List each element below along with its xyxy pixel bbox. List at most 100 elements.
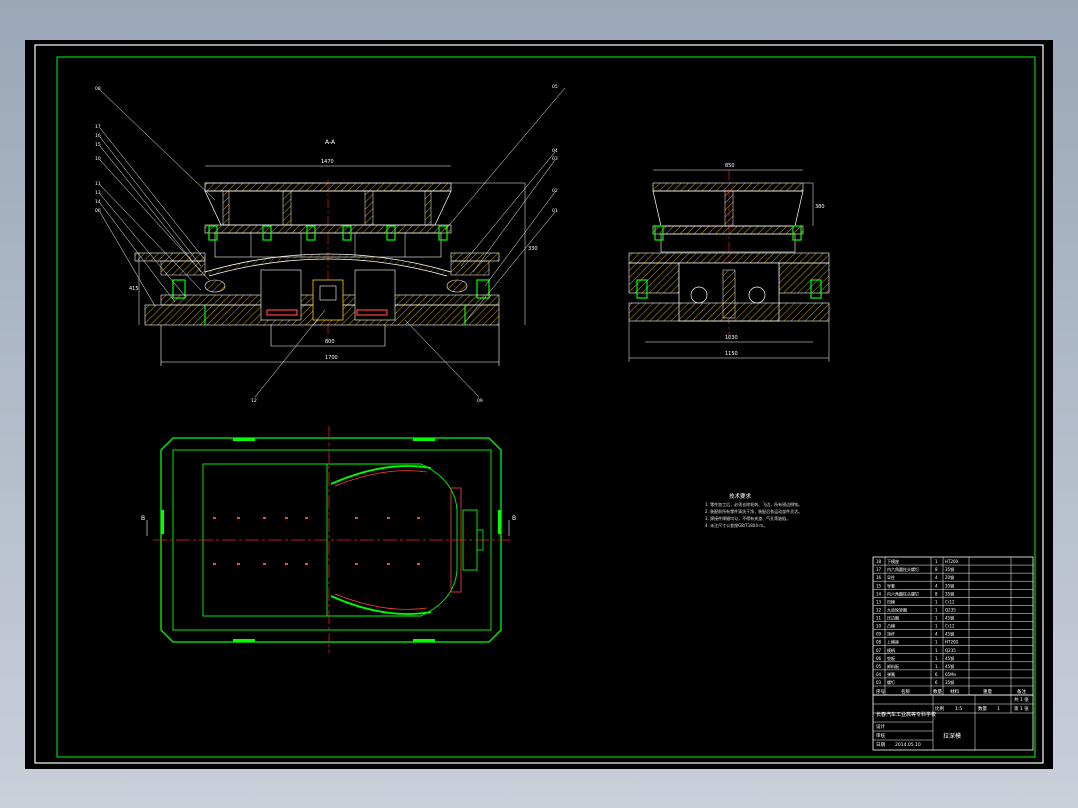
bom-cell-no: 08 xyxy=(876,640,882,645)
tech-req-line-4: 4. 未注尺寸公差按GB/T1804-m。 xyxy=(705,522,767,528)
row-date: 日期 xyxy=(876,742,885,748)
bom-cell-material: HT200 xyxy=(945,559,959,564)
balloon-left-5: 10 xyxy=(95,156,101,162)
bom-cell-material: 45钢 xyxy=(945,615,954,621)
side-dim-height: 380 xyxy=(815,204,825,210)
bom-cell-name: 导柱 xyxy=(887,574,895,580)
bom-header-name: 名称 xyxy=(901,688,910,695)
bom-cell-qty: 1 xyxy=(935,559,938,564)
balloon-left-2: 17 xyxy=(95,124,101,130)
side-dim-inner: 1030 xyxy=(725,335,738,341)
bom-cell-no: 18 xyxy=(876,559,882,564)
bom-cell-qty: 6 xyxy=(935,672,938,677)
dim-bottom-width: 1700 xyxy=(325,355,338,361)
balloon-right-4: 02 xyxy=(552,188,558,194)
bom-cell-qty: 1 xyxy=(935,648,938,653)
bom-cell-name: 卸料板 xyxy=(887,663,899,669)
bom-cell-material: 20钢 xyxy=(945,574,954,580)
bom-cell-name: 压边圈 xyxy=(887,615,899,621)
bom-cell-qty: 6 xyxy=(935,680,938,685)
balloon-left-1: 08 xyxy=(95,86,101,92)
cad-drawing: A-A 1470 1700 800 330 415 08 17 16 15 10… xyxy=(34,44,1044,764)
bom-cell-material: Q235 xyxy=(945,648,956,653)
drawing-title: 拉深模 xyxy=(943,732,961,740)
bom-cell-name: 大齿轮垫圈 xyxy=(887,606,907,612)
bom-cell-name: 下模座 xyxy=(887,558,899,564)
bom-header-note: 备注 xyxy=(1017,688,1026,695)
balloon-right-3: 03 xyxy=(552,156,558,162)
bom-cell-no: 05 xyxy=(876,664,882,669)
bom-cell-name: 凸模 xyxy=(887,623,895,629)
bom-cell-qty: 4 xyxy=(935,632,938,637)
bom-cell-qty: 8 xyxy=(935,591,938,596)
bom-cell-material: Cr12 xyxy=(945,599,955,604)
bom-cell-qty: 1 xyxy=(935,656,938,661)
bom-cell-no: 12 xyxy=(876,607,882,612)
bom-cell-name: 弹簧 xyxy=(887,671,895,677)
sheet-count: 共 1 张 xyxy=(1014,696,1029,703)
bom-cell-name: 顶杆 xyxy=(887,631,895,637)
bom-cell-qty: 1 xyxy=(935,624,938,629)
bom-cell-material: Cr12 xyxy=(945,624,955,629)
bom-header-weight: 重量 xyxy=(983,688,992,695)
bom-cell-qty: 8 xyxy=(935,567,938,572)
dim-height-right: 330 xyxy=(528,246,538,252)
section-view-aa: A-A 1470 1700 800 330 415 08 17 16 15 10… xyxy=(95,84,566,404)
bom-cell-material: 45钢 xyxy=(945,631,954,637)
bom-cell-qty: 1 xyxy=(935,599,938,604)
bom-cell-material: Q235 xyxy=(945,607,956,612)
balloon-left-8: 14 xyxy=(95,199,101,205)
bom-cell-no: 16 xyxy=(876,575,882,580)
bom-cell-no: 15 xyxy=(876,583,882,588)
dim-middle-width: 800 xyxy=(325,339,335,345)
section-title: A-A xyxy=(325,139,336,146)
side-view: 850 380 1150 1030 xyxy=(628,163,830,362)
bom-cell-no: 14 xyxy=(876,591,882,596)
dim-height-left: 415 xyxy=(129,286,139,292)
bom-cell-material: 35钢 xyxy=(945,590,954,596)
bom-cell-material: 45钢 xyxy=(945,663,954,669)
bom-cell-no: 17 xyxy=(876,567,882,572)
balloon-right-1: 05 xyxy=(552,84,558,90)
row-design: 设计 xyxy=(876,723,885,730)
bom-cell-qty: 4 xyxy=(935,575,938,580)
sheet-number: 第 1 张 xyxy=(1014,705,1029,712)
bom-header-no: 序号 xyxy=(876,688,885,695)
bom-cell-no: 13 xyxy=(876,599,882,604)
bom-header-material: 材料 xyxy=(950,688,959,695)
scale-value: 1:5 xyxy=(955,706,962,712)
bom-cell-no: 10 xyxy=(876,624,882,629)
tech-req-title: 技术要求 xyxy=(729,492,752,500)
bom-cell-material: 35钢 xyxy=(945,566,954,572)
section-marker-left: B xyxy=(141,515,145,522)
quantity-label: 数量 xyxy=(978,705,987,712)
bom-cell-qty: 4 xyxy=(935,583,938,588)
bom-cell-name: 模柄 xyxy=(887,647,895,653)
date-value: 2014.05.10 xyxy=(895,742,921,748)
bom-cell-material: HT200 xyxy=(945,640,959,645)
bom-cell-qty: 1 xyxy=(935,640,938,645)
bom-cell-name: 凹模 xyxy=(887,598,895,604)
drawing-canvas: A-A 1470 1700 800 330 415 08 17 16 15 10… xyxy=(25,40,1053,769)
bom-cell-qty: 1 xyxy=(935,607,938,612)
bom-cell-material: 35钢 xyxy=(945,679,954,685)
bom-cell-qty: 1 xyxy=(935,664,938,669)
balloon-right-5: 01 xyxy=(552,208,558,214)
bom-cell-no: 09 xyxy=(876,632,882,637)
tech-req-line-1: 1. 零件加工后，必须去除毛刺、飞边，所有锐边倒钝。 xyxy=(705,501,802,507)
bom-cell-no: 03 xyxy=(876,680,882,685)
row-review: 审核 xyxy=(876,732,885,739)
balloon-right-2: 04 xyxy=(552,148,558,154)
side-dim-bottom: 1150 xyxy=(725,351,738,357)
title-block: 长春汽车工业高等专科学校 比例 1:5 数量 1 共 1 张 第 1 张 设计 … xyxy=(872,694,1034,751)
balloon-left-3: 16 xyxy=(95,133,101,139)
quantity-value: 1 xyxy=(997,706,1000,712)
balloon-left-7: 13 xyxy=(95,190,101,196)
tech-req-line-2: 2. 装配前所有零件清洗干净，装配后各运动部件灵活。 xyxy=(705,508,802,514)
balloon-bottom-2: 09 xyxy=(477,398,483,404)
bom-cell-name: 导套 xyxy=(887,582,895,588)
bom-cell-name: 内六角圆柱头螺钉 xyxy=(887,566,919,572)
bom-cell-no: 07 xyxy=(876,648,882,653)
bom-cell-no: 04 xyxy=(876,672,882,677)
dim-top-width: 1470 xyxy=(321,159,334,165)
